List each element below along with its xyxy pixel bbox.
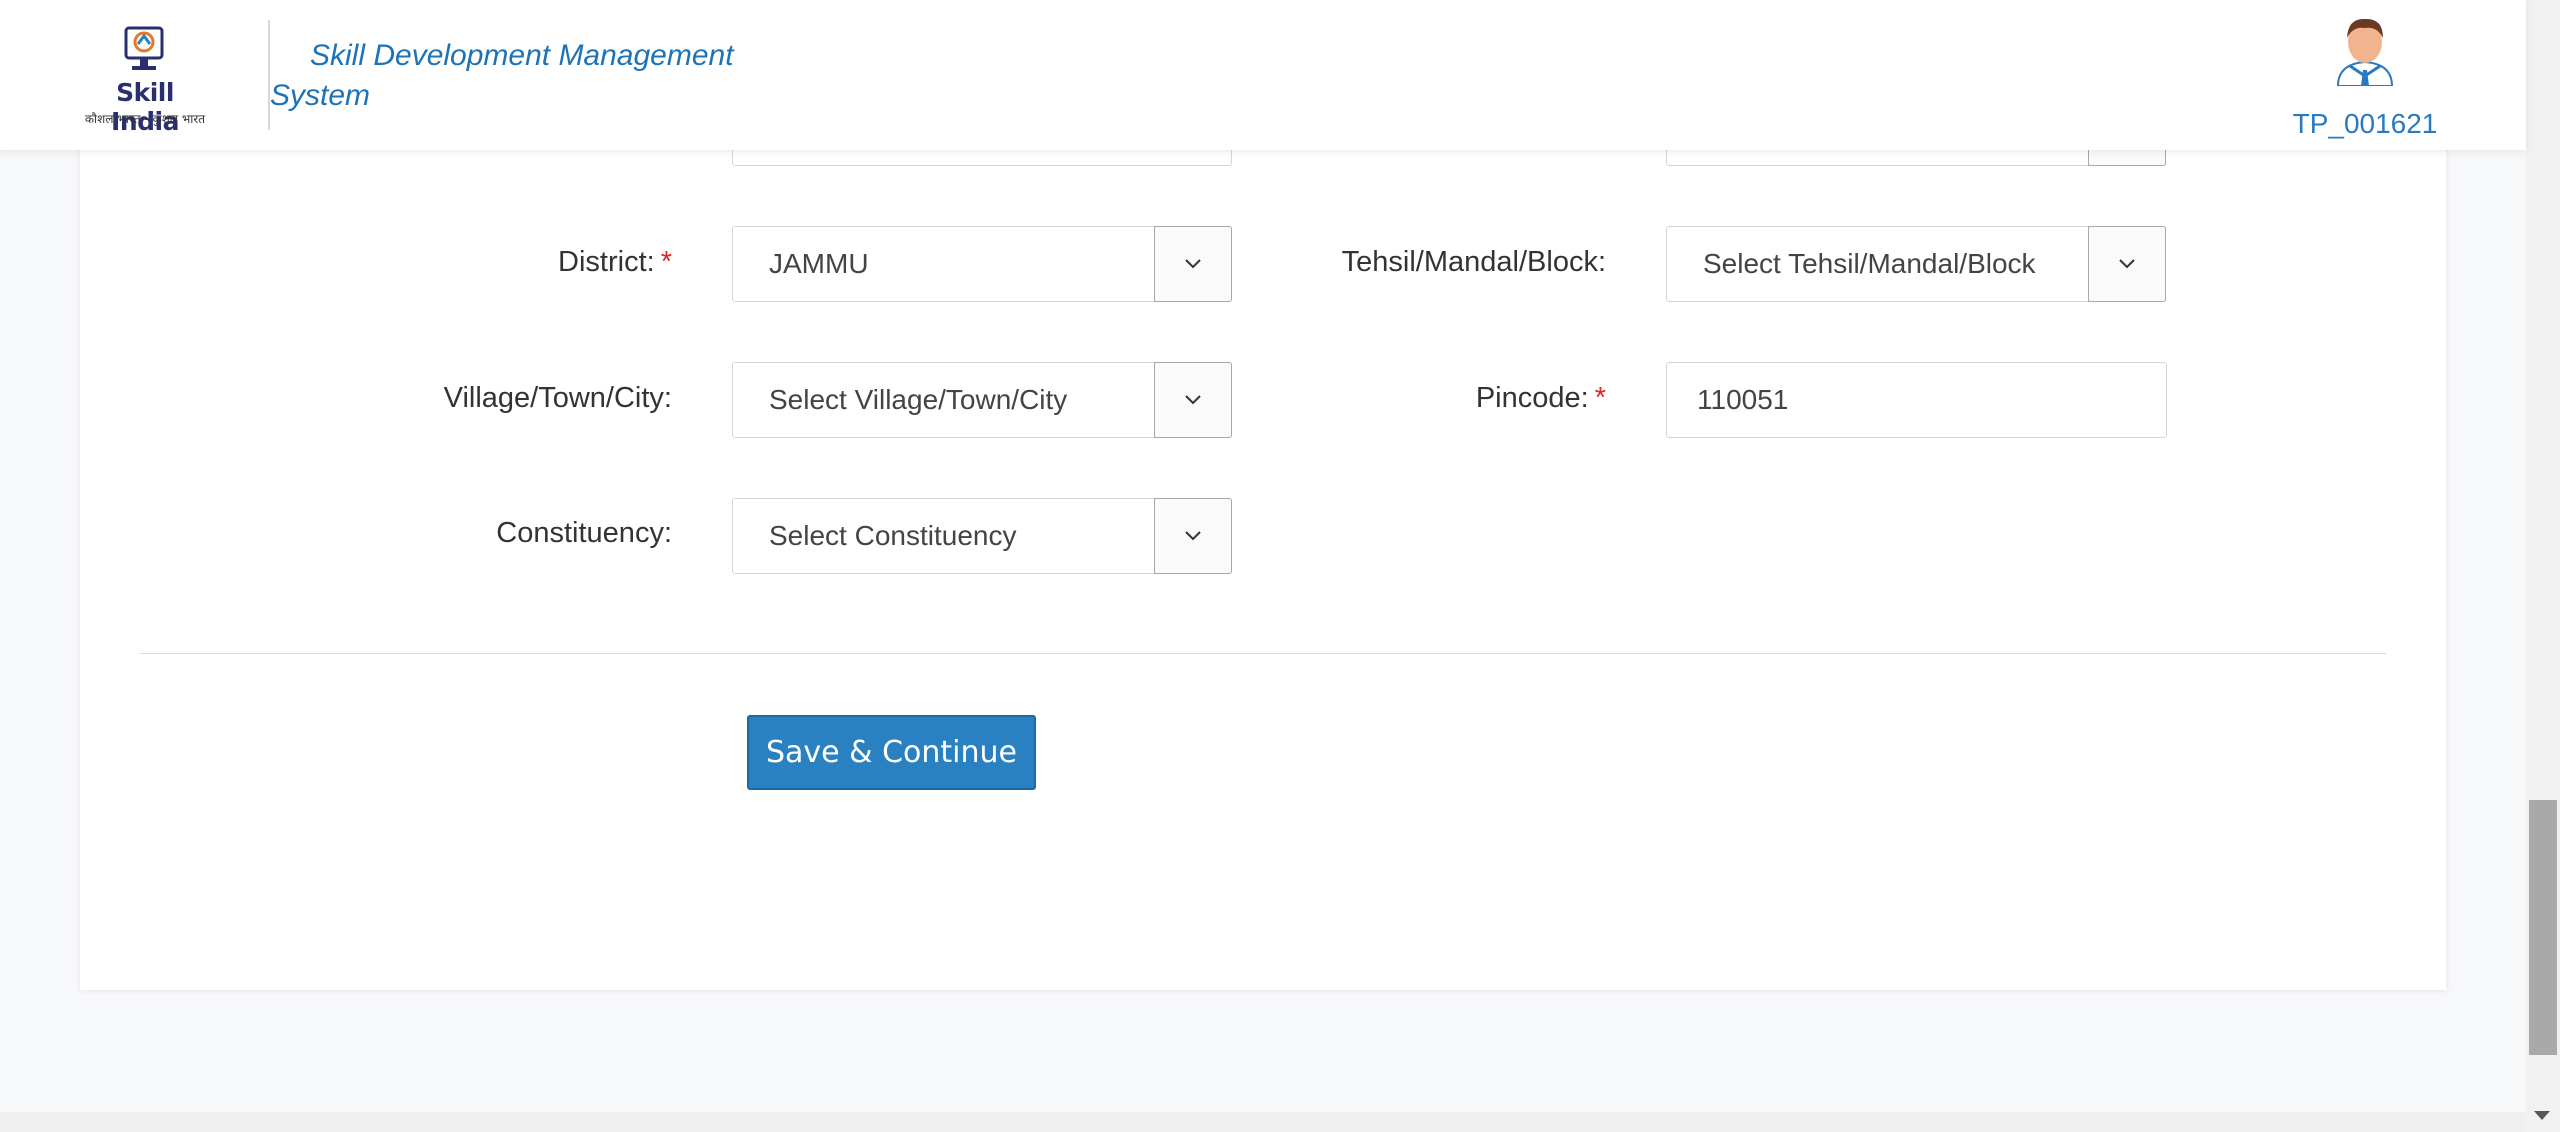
village-label: Village/Town/City: (443, 382, 672, 414)
required-mark: * (1594, 382, 1606, 414)
chevron-down-icon (1185, 531, 1201, 541)
tehsil-label: Tehsil/Mandal/Block: (1341, 246, 1606, 278)
district-label: District: * (558, 246, 672, 278)
top-header: Skill India कौशल भारत - कुशल भारत Skill … (0, 0, 2526, 150)
constituency-value: Select Constituency (769, 520, 1017, 551)
page-footer-strip (0, 1112, 2526, 1132)
form-divider (140, 653, 2386, 654)
user-avatar-icon[interactable] (2330, 14, 2400, 86)
logo-tagline: कौशल भारत - कुशल भारत (84, 112, 206, 126)
scroll-down-arrow-icon[interactable] (2531, 1108, 2553, 1124)
chevron-down-icon (1185, 395, 1201, 405)
pincode-label: Pincode: * (1475, 382, 1606, 414)
skill-india-logo[interactable]: Skill India कौशल भारत - कुशल भारत (80, 24, 210, 136)
district-dropdown-toggle[interactable] (1154, 226, 1232, 302)
chevron-down-icon (2119, 259, 2135, 269)
skill-india-logo-icon (124, 26, 164, 70)
tehsil-value: Select Tehsil/Mandal/Block (1703, 248, 2036, 279)
village-select[interactable]: Select Village/Town/City (732, 362, 1232, 438)
logo-text: Skill India (111, 78, 179, 136)
village-value: Select Village/Town/City (769, 384, 1068, 415)
required-mark: * (660, 246, 672, 278)
scrollbar-thumb[interactable] (2529, 800, 2557, 1055)
tehsil-select[interactable]: Select Tehsil/Mandal/Block (1666, 226, 2166, 302)
constituency-select[interactable]: Select Constituency (732, 498, 1232, 574)
system-title: Skill Development Management System (270, 39, 734, 112)
constituency-label: Constituency: (496, 517, 672, 549)
district-select[interactable]: JAMMU (732, 226, 1232, 302)
village-dropdown-toggle[interactable] (1154, 362, 1232, 438)
constituency-dropdown-toggle[interactable] (1154, 498, 1232, 574)
tehsil-dropdown-toggle[interactable] (2088, 226, 2166, 302)
chevron-down-icon (1185, 259, 1201, 269)
user-id[interactable]: TP_001621 (2270, 108, 2460, 140)
pincode-input[interactable] (1666, 362, 2167, 438)
save-continue-button[interactable]: Save & Continue (747, 715, 1036, 790)
district-value: JAMMU (769, 248, 869, 279)
